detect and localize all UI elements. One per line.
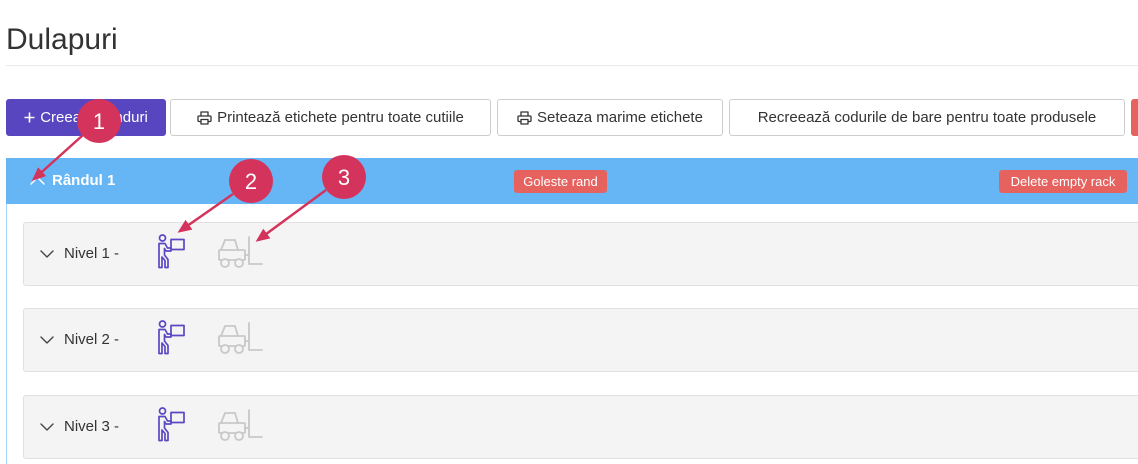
rack-header[interactable]: Rândul 1 Goleste rand Delete empty rack [6, 158, 1138, 204]
delete-empty-rack-button[interactable]: Delete empty rack [999, 170, 1127, 193]
chevron-down-icon[interactable] [40, 423, 54, 431]
regenerate-barcodes-button[interactable]: Recreează codurile de bare pentru toate … [729, 99, 1125, 136]
create-rows-button[interactable]: Creează rânduri [6, 99, 166, 136]
label-size-button[interactable]: Seteaza marime etichete [497, 99, 723, 136]
level-row[interactable]: Nivel 3 - [23, 395, 1138, 459]
level-label: Nivel 1 - [64, 245, 120, 262]
chevron-down-icon[interactable] [40, 250, 54, 258]
print-all-labels-button[interactable]: Printează etichete pentru toate cutiile [170, 99, 491, 136]
level-row[interactable]: Nivel 1 - [23, 222, 1138, 286]
plus-icon [24, 112, 35, 123]
label-size-label: Seteaza marime etichete [537, 109, 703, 126]
forklift-icon[interactable] [218, 322, 263, 355]
chevron-up-icon[interactable] [30, 176, 45, 185]
create-rows-label: Creează rânduri [40, 109, 148, 126]
rack-title: Rândul 1 [52, 172, 116, 189]
person-carrying-box-icon[interactable] [156, 234, 186, 269]
printer-icon [517, 110, 532, 125]
level-label: Nivel 3 - [64, 418, 120, 435]
forklift-icon[interactable] [218, 236, 263, 269]
empty-row-button[interactable]: Goleste rand [514, 170, 607, 193]
rack-body: Nivel 1 - Nivel 2 - Nivel 3 - [6, 204, 1138, 464]
forklift-icon[interactable] [218, 409, 263, 442]
chevron-down-icon[interactable] [40, 336, 54, 344]
toolbar: Creează rânduri Printează etichete pentr… [0, 99, 1138, 136]
level-row[interactable]: Nivel 2 - [23, 308, 1138, 372]
level-label: Nivel 2 - [64, 331, 120, 348]
person-carrying-box-icon[interactable] [156, 320, 186, 355]
person-carrying-box-icon[interactable] [156, 407, 186, 442]
page-title: Dulapuri [6, 23, 118, 56]
danger-button[interactable] [1131, 99, 1138, 136]
regenerate-barcodes-label: Recreează codurile de bare pentru toate … [757, 109, 1097, 126]
title-divider [6, 65, 1138, 66]
printer-icon [197, 110, 212, 125]
print-all-labels-label: Printează etichete pentru toate cutiile [217, 109, 464, 126]
